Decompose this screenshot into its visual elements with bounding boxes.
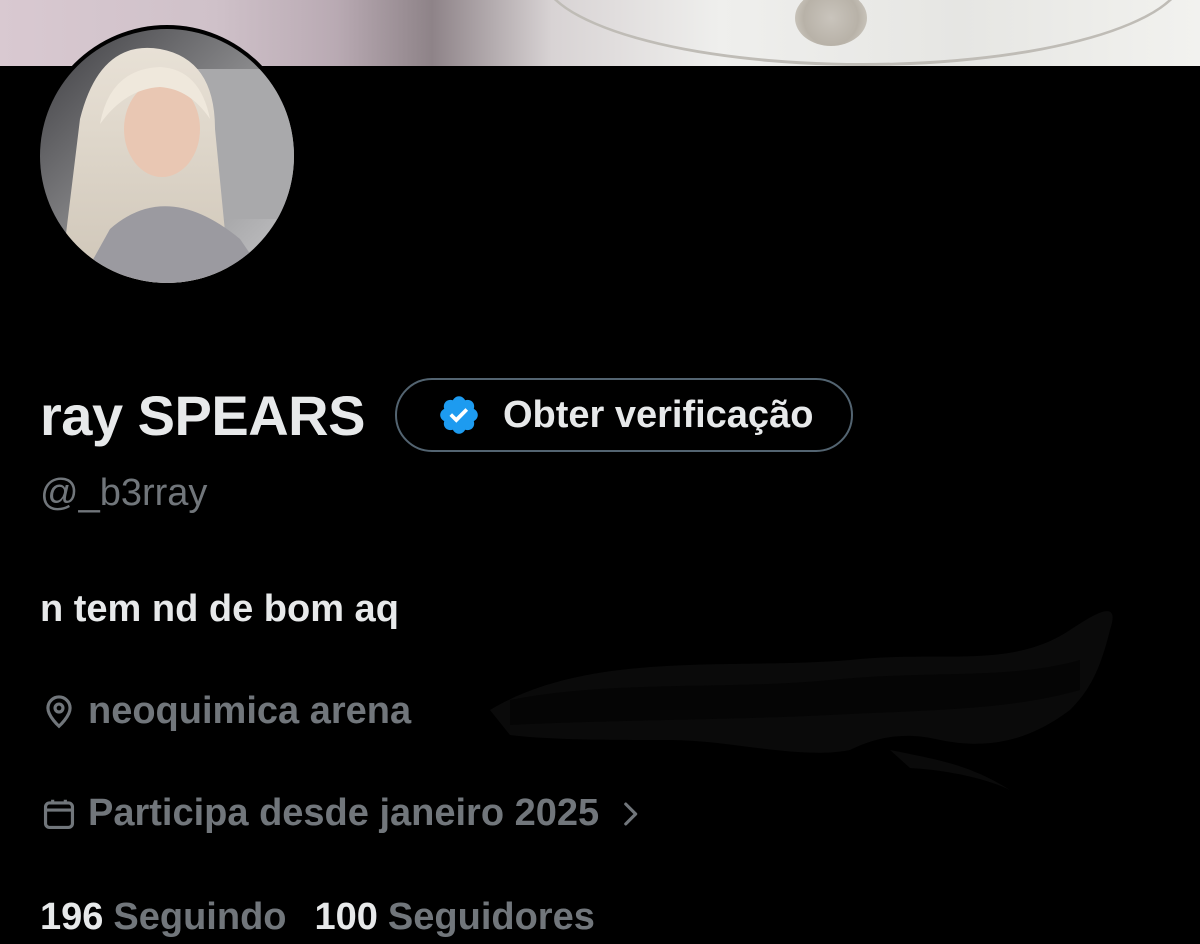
- redaction-scribble: [490, 611, 1113, 790]
- calendar-icon: [43, 799, 75, 829]
- verified-badge-icon: [440, 396, 478, 434]
- avatar[interactable]: [36, 25, 298, 287]
- display-name: ray SPEARS: [40, 383, 365, 447]
- get-verified-label: Obter verificação: [502, 393, 814, 436]
- chevron-right-icon[interactable]: [613, 797, 647, 831]
- following-label: Seguindo: [113, 896, 287, 938]
- followers-label: Seguidores: [387, 896, 595, 938]
- follow-stats: 196 Seguindo 100 Seguidores: [40, 896, 595, 939]
- user-handle: @_b3rray: [40, 472, 208, 514]
- following-link[interactable]: 196 Seguindo: [40, 896, 287, 939]
- following-count: 196: [40, 896, 104, 938]
- name-row: ray SPEARS Obter verificação: [40, 376, 854, 454]
- followers-link[interactable]: 100 Seguidores: [315, 896, 595, 939]
- avatar-image: [40, 29, 294, 283]
- joined-text: Participa desde janeiro 2025: [88, 792, 600, 834]
- followers-count: 100: [314, 896, 378, 938]
- location-pin-icon: [46, 694, 72, 728]
- profile-bio: n tem nd de bom aq: [40, 588, 399, 630]
- location-row: neoquimica arena: [40, 690, 411, 733]
- get-verified-button[interactable]: Obter verificação: [394, 378, 854, 452]
- location-text: neoquimica arena: [88, 690, 412, 732]
- joined-row[interactable]: Participa desde janeiro 2025: [40, 792, 647, 835]
